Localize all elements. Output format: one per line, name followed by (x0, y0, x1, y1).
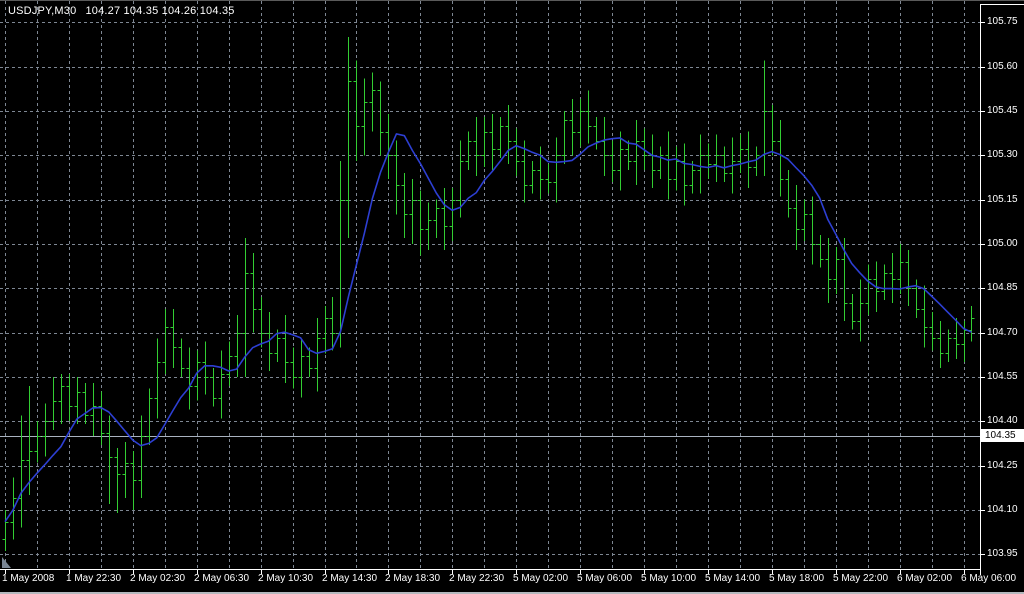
price-axis-label: 105.45 (987, 105, 1023, 117)
time-axis-label: 2 May 02:30 (130, 573, 185, 584)
price-axis-label: 104.10 (987, 504, 1023, 516)
price-axis-label: 105.30 (987, 149, 1023, 161)
time-axis-label: 5 May 06:00 (577, 573, 632, 584)
price-axis-label: 105.00 (987, 238, 1023, 250)
price-axis-label: 105.60 (987, 61, 1023, 73)
time-axis-label: 6 May 02:00 (897, 573, 952, 584)
ohlc-bars (3, 37, 975, 551)
price-axis-label: 105.75 (987, 16, 1023, 28)
price-axis-label: 104.40 (987, 415, 1023, 427)
time-axis-label: 5 May 14:00 (705, 573, 760, 584)
chart-window: USDJPY,M30 104.27 104.35 104.26 104.35 10… (0, 0, 1024, 594)
time-axis-label: 5 May 18:00 (769, 573, 824, 584)
time-axis-label: 2 May 22:30 (449, 573, 504, 584)
price-axis-label: 104.85 (987, 282, 1023, 294)
time-axis-label: 5 May 10:00 (641, 573, 696, 584)
time-axis-label: 1 May 2008 (2, 573, 54, 584)
plot-corner-marker (2, 557, 11, 568)
price-axis-label: 103.95 (987, 548, 1023, 560)
time-axis-label: 2 May 14:30 (322, 573, 377, 584)
price-chart-canvas[interactable] (0, 1, 1024, 594)
symbol-ohlc-readout: USDJPY,M30 104.27 104.35 104.26 104.35 (8, 5, 235, 17)
moving-average-line (5, 134, 972, 522)
ohlc-values: 104.27 104.35 104.26 104.35 (85, 5, 234, 17)
time-axis-label: 5 May 22:00 (833, 573, 888, 584)
time-axis-label: 5 May 02:00 (513, 573, 568, 584)
time-axis-label: 2 May 06:30 (194, 573, 249, 584)
time-axis-label: 6 May 06:00 (961, 573, 1016, 584)
price-axis-label: 105.15 (987, 194, 1023, 206)
time-axis-label: 1 May 22:30 (66, 573, 121, 584)
price-axis-label: 104.70 (987, 327, 1023, 339)
time-axis-label: 2 May 18:30 (385, 573, 440, 584)
price-axis-label: 104.25 (987, 460, 1023, 472)
price-axis-label: 104.55 (987, 371, 1023, 383)
current-price-badge: 104.35 (981, 429, 1024, 442)
symbol-label: USDJPY,M30 (8, 5, 76, 17)
time-axis-label: 2 May 10:30 (258, 573, 313, 584)
